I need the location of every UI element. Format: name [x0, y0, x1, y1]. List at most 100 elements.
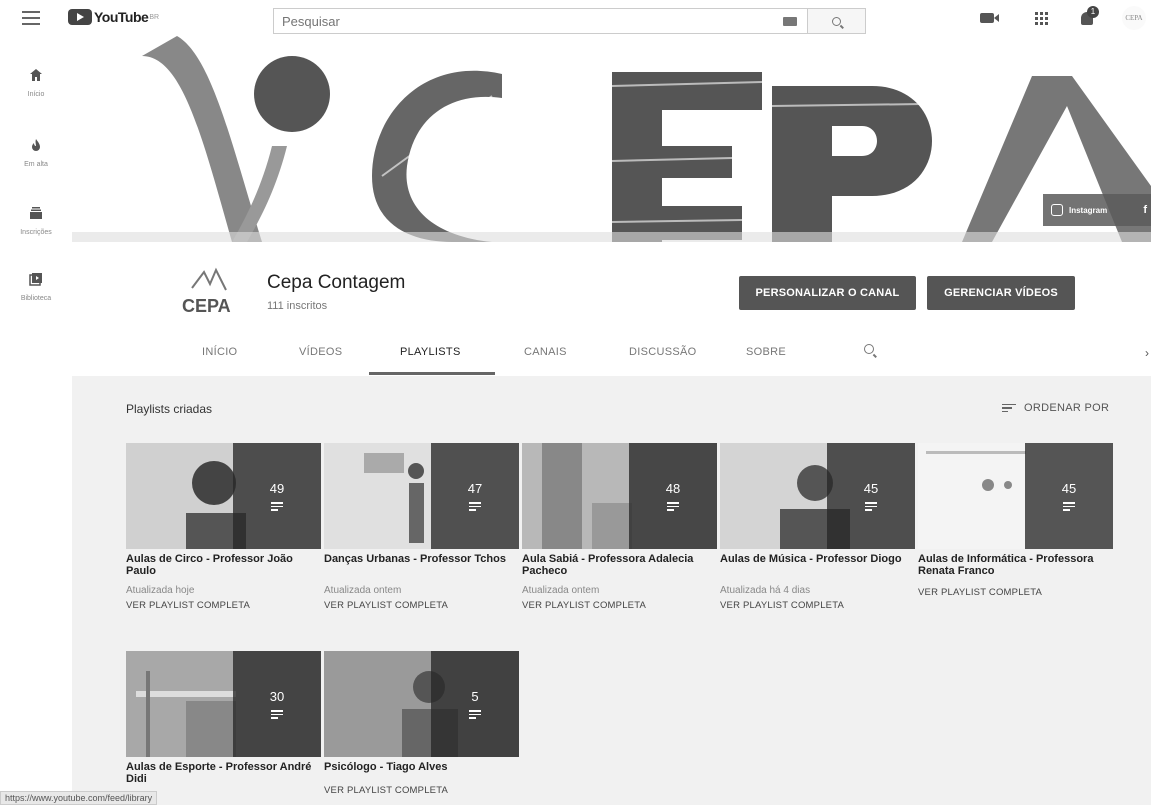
instagram-link[interactable]: Instagram f [1043, 194, 1151, 226]
tab-playlists[interactable]: PLAYLISTS [400, 346, 461, 358]
instagram-link-label: Instagram [1069, 205, 1108, 215]
playlist-card[interactable]: 49 Aulas de Circo - Professor João Paulo… [126, 443, 321, 611]
hamburger-menu-icon[interactable] [22, 11, 40, 25]
customize-channel-button[interactable]: PERSONALIZAR O CANAL [739, 276, 916, 310]
manage-videos-button[interactable]: GERENCIAR VÍDEOS [927, 276, 1075, 310]
playlist-thumbnail[interactable]: 48 [522, 443, 717, 549]
playlist-queue-icon [271, 710, 283, 719]
sidebar-item-label: Inscrições [20, 229, 52, 236]
channel-search-button[interactable] [864, 344, 874, 354]
create-video-icon[interactable] [978, 10, 999, 26]
playlist-count-overlay: 47 [431, 443, 519, 549]
playlist-title[interactable]: Danças Urbanas - Professor Tchos [324, 553, 519, 577]
notification-badge: 1 [1087, 5, 1099, 18]
playlists-section: Playlists criadas ORDENAR POR 49 Aulas d… [72, 376, 1151, 805]
home-icon [30, 69, 42, 81]
tab-home[interactable]: INÍCIO [202, 346, 237, 358]
playlist-updated: Atualizada há 4 dias [720, 585, 811, 596]
playlist-thumbnail[interactable]: 5 [324, 651, 519, 757]
subscriptions-icon [30, 207, 42, 219]
playlist-queue-icon [1063, 502, 1075, 511]
playlist-updated: Atualizada hoje [126, 585, 195, 596]
playlist-thumbnail[interactable]: 47 [324, 443, 519, 549]
view-full-playlist-link[interactable]: VER PLAYLIST COMPLETA [324, 600, 519, 611]
youtube-logo[interactable]: YouTube BR [68, 9, 159, 25]
playlist-title[interactable]: Aulas de Música - Professor Diogo [720, 553, 915, 577]
video-count: 45 [1061, 481, 1077, 497]
playlist-thumbnail[interactable]: 49 [126, 443, 321, 549]
apps-grid-icon[interactable] [1032, 10, 1050, 26]
sidebar-item-library[interactable]: Biblioteca [0, 272, 72, 302]
sidebar-item-home[interactable]: Início [0, 68, 72, 98]
playlist-title[interactable]: Psicólogo - Tiago Alves [324, 761, 519, 773]
channel-tabs: INÍCIO VÍDEOS PLAYLISTS CANAIS DISCUSSÃO… [72, 340, 1151, 376]
playlist-count-overlay: 5 [431, 651, 519, 757]
flame-icon [32, 139, 40, 151]
playlist-card[interactable]: 48 Aula Sabiá - Professora Adalecia Pach… [522, 443, 717, 611]
sort-button[interactable]: ORDENAR POR [1002, 402, 1109, 414]
view-full-playlist-link[interactable]: VER PLAYLIST COMPLETA [720, 600, 915, 611]
facebook-icon[interactable]: f [1143, 204, 1147, 216]
playlist-title[interactable]: Aulas de Informática - Professora Renata… [918, 553, 1113, 577]
logo-region: BR [149, 13, 160, 21]
playlist-thumbnail[interactable]: 45 [918, 443, 1113, 549]
active-tab-indicator [369, 372, 495, 375]
playlist-title[interactable]: Aulas de Circo - Professor João Paulo [126, 553, 321, 577]
playlist-card[interactable]: 30 Aulas de Esporte - Professor André Di… [126, 651, 321, 785]
playlist-thumbnail[interactable]: 45 [720, 443, 915, 549]
channel-header: CEPA Cepa Contagem 111 inscritos PERSONA… [72, 242, 1151, 376]
view-full-playlist-link[interactable]: VER PLAYLIST COMPLETA [522, 600, 717, 611]
account-avatar-text: CEPA [1125, 14, 1143, 22]
search-input[interactable] [274, 9, 783, 33]
tab-discussion[interactable]: DISCUSSÃO [629, 346, 697, 358]
playlist-count-overlay: 30 [233, 651, 321, 757]
instagram-icon [1051, 204, 1063, 216]
youtube-play-icon [68, 9, 92, 25]
video-count: 45 [863, 481, 879, 497]
playlist-title[interactable]: Aula Sabiá - Professora Adalecia Pacheco [522, 553, 717, 577]
account-avatar[interactable]: CEPA [1122, 6, 1146, 30]
playlist-title[interactable]: Aulas de Esporte - Professor André Didi [126, 761, 321, 785]
playlist-card[interactable]: 45 Aulas de Informática - Professora Ren… [918, 443, 1113, 598]
keyboard-icon[interactable] [783, 16, 797, 26]
video-count: 30 [269, 689, 285, 705]
cepa-logo: CEPA [182, 267, 231, 316]
status-bar-url: https://www.youtube.com/feed/library [0, 791, 158, 805]
playlist-card[interactable]: 47 Danças Urbanas - Professor Tchos Atua… [324, 443, 519, 611]
playlist-queue-icon [469, 710, 481, 719]
top-bar: YouTube BR 1 CEPA [0, 0, 1151, 36]
side-navigation: Início Em alta Inscrições Biblioteca [0, 36, 72, 805]
video-count: 5 [471, 689, 479, 705]
playlist-count-overlay: 48 [629, 443, 717, 549]
playlist-card[interactable]: 45 Aulas de Música - Professor Diogo Atu… [720, 443, 915, 611]
playlist-queue-icon [865, 502, 877, 511]
channel-banner: Instagram f [72, 36, 1151, 242]
video-count: 48 [665, 481, 681, 497]
tab-about[interactable]: SOBRE [746, 346, 786, 358]
channel-avatar[interactable]: CEPA [170, 260, 248, 330]
tab-channels[interactable]: CANAIS [524, 346, 567, 358]
library-icon [29, 273, 42, 286]
notifications-bell-icon[interactable]: 1 [1078, 5, 1099, 26]
sidebar-item-trending[interactable]: Em alta [0, 138, 72, 168]
view-full-playlist-link[interactable]: VER PLAYLIST COMPLETA [324, 785, 519, 796]
playlist-queue-icon [271, 502, 283, 511]
search-button[interactable] [808, 8, 866, 34]
playlist-count-overlay: 45 [827, 443, 915, 549]
sidebar-item-label: Início [27, 91, 45, 98]
playlist-updated: Atualizada ontem [324, 585, 402, 596]
sort-label: ORDENAR POR [1024, 402, 1110, 414]
playlist-thumbnail[interactable]: 30 [126, 651, 321, 757]
logo-text: YouTube [94, 9, 149, 25]
video-count: 47 [467, 481, 483, 497]
view-full-playlist-link[interactable]: VER PLAYLIST COMPLETA [126, 600, 321, 611]
subscriber-count: 111 inscritos [267, 300, 328, 312]
playlist-card[interactable]: 5 Psicólogo - Tiago Alves VER PLAYLIST C… [324, 651, 519, 796]
playlist-count-overlay: 45 [1025, 443, 1113, 549]
tab-videos[interactable]: VÍDEOS [299, 346, 342, 358]
chevron-right-icon[interactable]: › [1145, 346, 1149, 360]
sidebar-item-subscriptions[interactable]: Inscrições [0, 206, 72, 236]
search-icon [832, 16, 841, 26]
playlist-queue-icon [667, 502, 679, 511]
view-full-playlist-link[interactable]: VER PLAYLIST COMPLETA [918, 587, 1113, 598]
